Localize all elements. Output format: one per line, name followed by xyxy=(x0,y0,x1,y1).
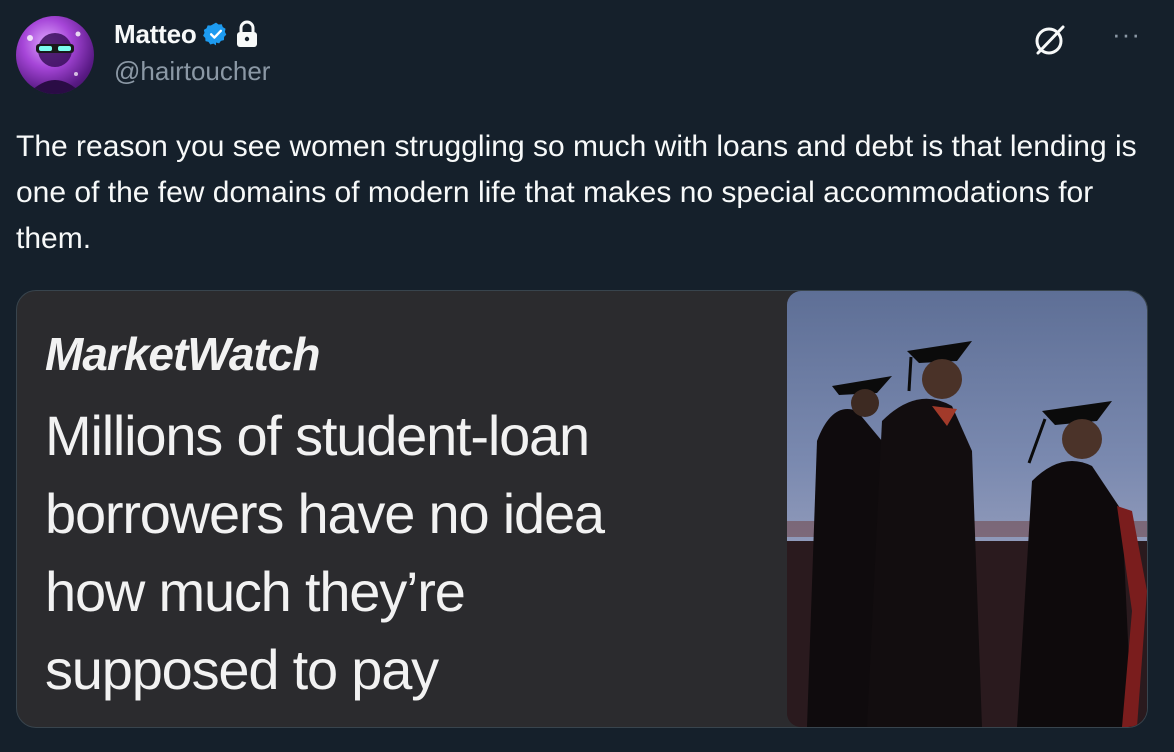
headline-line: borrowers have no idea xyxy=(45,482,605,545)
author-name-row: Matteo xyxy=(114,14,259,54)
author-handle[interactable]: @hairtoucher xyxy=(114,56,270,87)
display-name[interactable]: Matteo xyxy=(114,19,197,50)
avatar[interactable] xyxy=(16,16,94,94)
headline-line: Millions of student-loan xyxy=(45,404,590,467)
tweet-card: Matteo @hairtoucher ··· The reason you s… xyxy=(0,0,1174,752)
graduates-photo xyxy=(787,291,1147,727)
media-headline: Millions of student-loan borrowers have … xyxy=(45,397,775,709)
headline-line: supposed to pay xyxy=(45,638,439,701)
grok-icon[interactable] xyxy=(1032,22,1068,58)
more-icon[interactable]: ··· xyxy=(1112,21,1141,47)
tweet-text: The reason you see women struggling so m… xyxy=(16,130,1137,255)
marketwatch-logo: MarketWatch xyxy=(45,328,320,380)
verified-badge-icon[interactable] xyxy=(202,21,229,47)
headline-line: how much they’re xyxy=(45,560,466,623)
media-card[interactable]: MarketWatch Millions of student-loan bor… xyxy=(16,290,1148,728)
lock-icon xyxy=(235,20,259,48)
